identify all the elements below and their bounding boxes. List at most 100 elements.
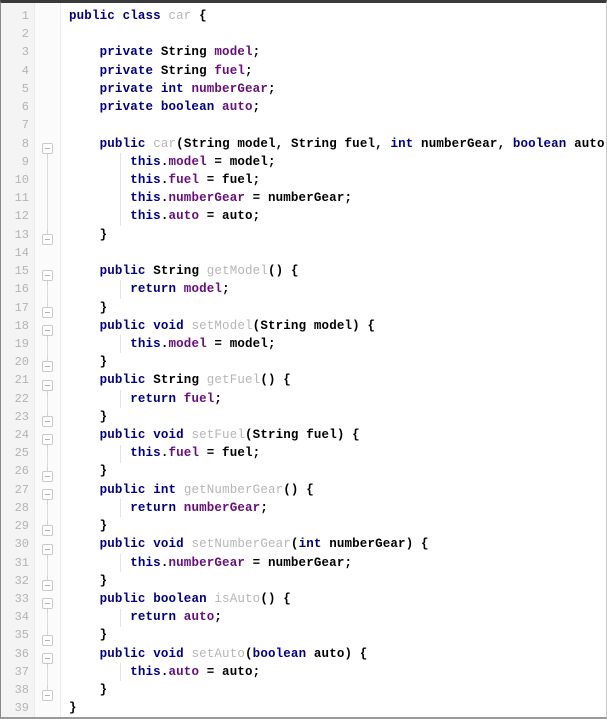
fold-end-icon[interactable]: [42, 630, 53, 646]
fold-row: [35, 62, 60, 80]
code-folding-gutter[interactable]: [35, 3, 61, 717]
code-token-kw: private: [99, 100, 154, 115]
code-line[interactable]: private int numberGear;: [69, 80, 606, 98]
fold-row: [35, 7, 60, 25]
code-line[interactable]: return model;: [69, 280, 606, 298]
code-token-type: String: [160, 45, 207, 60]
code-line[interactable]: }: [69, 572, 606, 590]
code-line[interactable]: [69, 25, 606, 43]
code-line[interactable]: [69, 244, 606, 262]
fold-collapse-icon[interactable]: [42, 379, 53, 395]
code-line[interactable]: }: [69, 626, 606, 644]
code-line[interactable]: public String getFuel() {: [69, 371, 606, 389]
code-line[interactable]: public int getNumberGear() {: [69, 481, 606, 499]
line-number: 2: [21, 27, 29, 42]
code-line[interactable]: [69, 116, 606, 134]
code-token-kw: boolean: [252, 646, 307, 661]
code-token-plain: fuel) {: [298, 428, 360, 443]
code-line[interactable]: }: [69, 408, 606, 426]
code-line[interactable]: }: [69, 699, 606, 717]
fold-collapse-icon[interactable]: [42, 543, 53, 559]
fold-collapse-icon[interactable]: [42, 270, 53, 286]
code-line[interactable]: public boolean isAuto() {: [69, 590, 606, 608]
code-token-field: auto: [183, 610, 215, 625]
fold-collapse-icon[interactable]: [42, 142, 53, 158]
code-token-punct: }: [99, 409, 108, 424]
code-line[interactable]: }: [69, 462, 606, 480]
fold-end-icon[interactable]: [42, 576, 53, 592]
code-token-punct: }: [99, 683, 108, 698]
code-token-plain: auto) {: [306, 646, 368, 661]
code-token-plain: = auto;: [199, 664, 261, 679]
fold-end-icon[interactable]: [42, 685, 53, 701]
fold-end-icon[interactable]: [42, 412, 53, 428]
code-line[interactable]: public String getModel() {: [69, 262, 606, 280]
indent-guide: [120, 499, 122, 518]
fold-collapse-icon[interactable]: [42, 488, 53, 504]
code-token-kw: this: [130, 446, 161, 461]
fold-collapse-icon[interactable]: [42, 324, 53, 340]
code-line[interactable]: this.auto = auto;: [69, 663, 606, 681]
fold-row: [35, 116, 60, 134]
code-line[interactable]: }: [69, 517, 606, 535]
code-token-field: fuel: [168, 446, 200, 461]
code-line[interactable]: return fuel;: [69, 390, 606, 408]
code-token-kw: public: [99, 428, 146, 443]
code-line[interactable]: this.model = model;: [69, 153, 606, 171]
fold-collapse-icon[interactable]: [42, 598, 53, 614]
code-line[interactable]: this.fuel = fuel;: [69, 171, 606, 189]
code-token-kw: public: [99, 537, 146, 552]
code-token-kw: public: [99, 373, 146, 388]
line-number: 24: [14, 428, 29, 443]
code-line[interactable]: private boolean auto;: [69, 98, 606, 116]
code-token-plain: = model;: [206, 336, 276, 351]
code-token-punct: (: [290, 537, 299, 552]
code-line[interactable]: }: [69, 681, 606, 699]
code-line[interactable]: public void setNumberGear(int numberGear…: [69, 535, 606, 553]
code-line[interactable]: public void setFuel(String fuel) {: [69, 426, 606, 444]
code-line[interactable]: this.numberGear = numberGear;: [69, 189, 606, 207]
fold-collapse-icon[interactable]: [42, 653, 53, 669]
code-line[interactable]: this.model = model;: [69, 335, 606, 353]
code-token-kw: this: [130, 154, 161, 169]
line-number: 12: [14, 209, 29, 224]
fold-end-icon[interactable]: [42, 302, 53, 318]
code-text-area[interactable]: public class car { private String model;…: [61, 3, 606, 717]
fold-row: [35, 699, 60, 717]
code-token-plain: model) {: [306, 318, 376, 333]
line-number: 26: [14, 464, 29, 479]
line-number-gutter: 1 2 3 4 5 6 7 8 9 10 11 12 13 14 15 16 17 18 19 20 21 22 23 24 2…: [1, 3, 35, 717]
fold-end-icon[interactable]: [42, 229, 53, 245]
code-editor-window: 1 2 3 4 5 6 7 8 9 10 11 12 13 14 15 16 17 18 19 20 21 22 23 24 2…: [0, 0, 607, 719]
fold-collapse-icon[interactable]: [42, 434, 53, 450]
code-line[interactable]: return auto;: [69, 608, 606, 626]
code-token-kw: void: [153, 537, 184, 552]
code-line[interactable]: public car(String model, String fuel, in…: [69, 135, 606, 153]
code-line[interactable]: this.auto = auto;: [69, 207, 606, 225]
code-line[interactable]: private String model;: [69, 43, 606, 61]
code-line[interactable]: this.numberGear = numberGear;: [69, 554, 606, 572]
fold-end-icon[interactable]: [42, 466, 53, 482]
line-number: 33: [14, 592, 29, 606]
code-line[interactable]: }: [69, 226, 606, 244]
code-line[interactable]: public class car {: [69, 7, 606, 25]
code-line[interactable]: public void setModel(String model) {: [69, 317, 606, 335]
code-line[interactable]: }: [69, 299, 606, 317]
code-token-punct: ;: [260, 500, 268, 515]
code-line[interactable]: }: [69, 353, 606, 371]
code-line[interactable]: private String fuel;: [69, 62, 606, 80]
line-number: 34: [14, 610, 29, 625]
fold-end-icon[interactable]: [42, 357, 53, 373]
fold-end-icon[interactable]: [42, 521, 53, 537]
code-token-method: getModel: [206, 264, 268, 279]
code-line[interactable]: this.fuel = fuel;: [69, 444, 606, 462]
code-line[interactable]: public void setAuto(boolean auto) {: [69, 645, 606, 663]
code-line[interactable]: return numberGear;: [69, 499, 606, 517]
